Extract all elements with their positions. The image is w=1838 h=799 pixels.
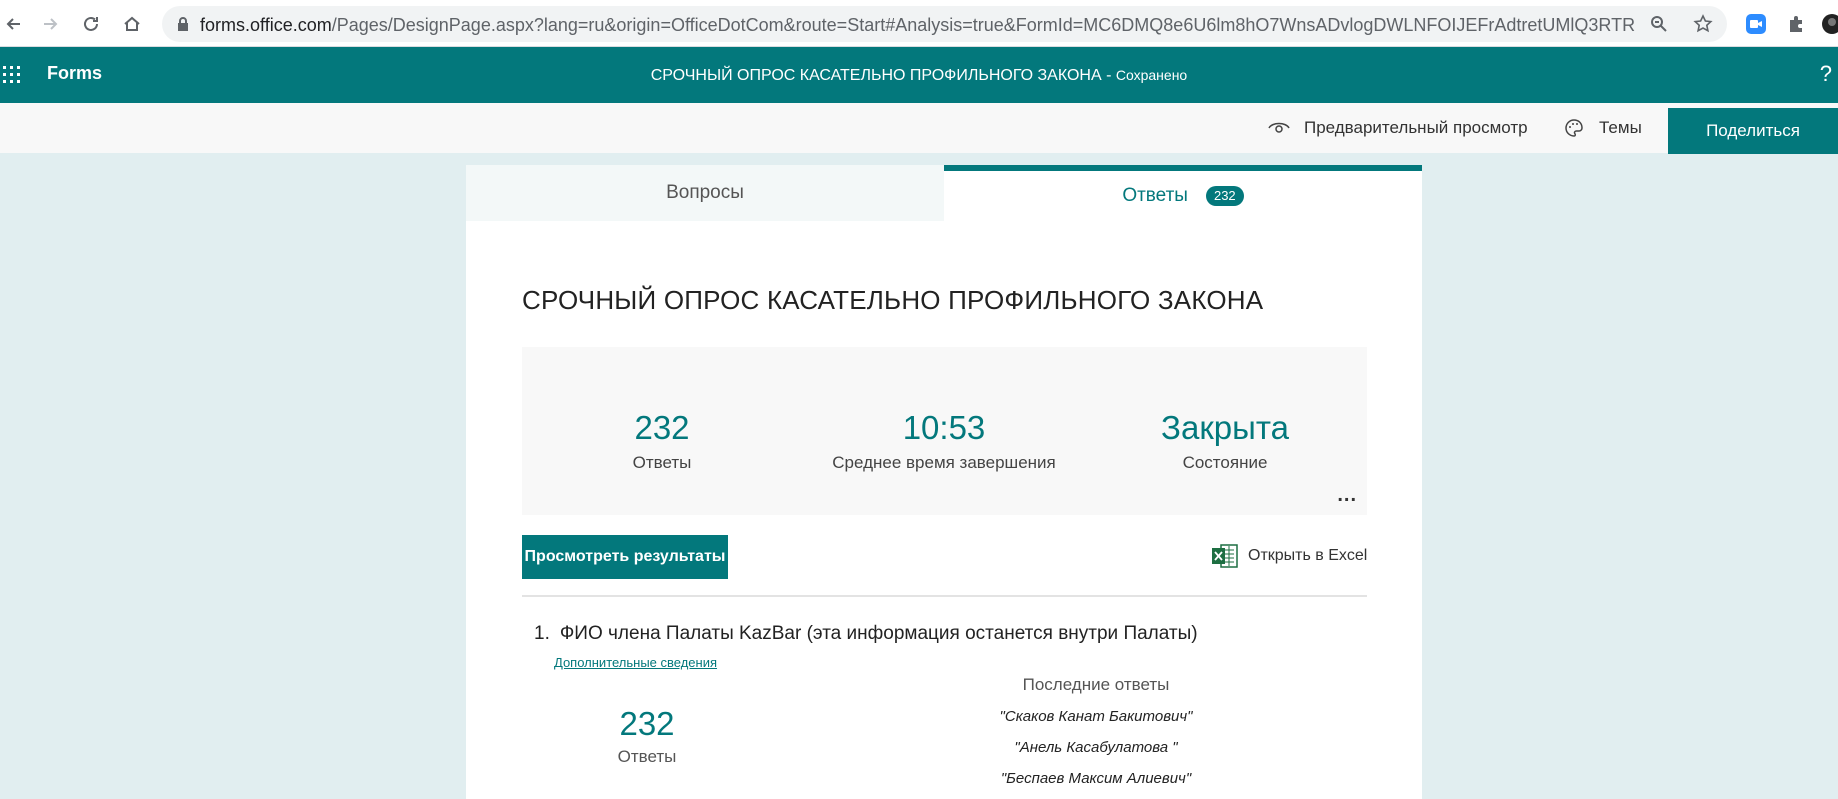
divider xyxy=(522,595,1367,597)
url-path: /Pages/DesignPage.aspx?lang=ru&origin=Of… xyxy=(331,15,1635,35)
tab-responses[interactable]: Ответы 232 xyxy=(944,165,1422,221)
preview-button[interactable]: Предварительный просмотр xyxy=(1268,103,1528,153)
home-icon[interactable] xyxy=(118,10,146,38)
themes-label: Темы xyxy=(1599,118,1642,137)
responses-count-badge: 232 xyxy=(1205,186,1244,206)
lock-icon[interactable] xyxy=(172,13,194,35)
header-form-title: СРОЧНЫЙ ОПРОС КАСАТЕЛЬНО ПРОФИЛЬНОГО ЗАК… xyxy=(0,67,1838,85)
tab-questions[interactable]: Вопросы xyxy=(466,165,944,221)
share-button[interactable]: Поделиться xyxy=(1668,108,1838,154)
reload-icon[interactable] xyxy=(77,10,105,38)
stat-value: 232 xyxy=(634,409,690,446)
tab-bar: Вопросы Ответы 232 xyxy=(466,165,1422,221)
address-bar[interactable]: forms.office.com/Pages/DesignPage.aspx?l… xyxy=(162,6,1727,42)
zoom-extension-icon[interactable] xyxy=(1744,12,1768,36)
question-title: 1. ФИО члена Палаты KazBar (эта информаци… xyxy=(534,623,1198,645)
latest-response-item: "Анель Касабулатова " xyxy=(1014,739,1178,756)
stat-label: Состояние xyxy=(1182,453,1268,472)
view-results-button[interactable]: Просмотреть результаты xyxy=(522,535,728,579)
more-details-link[interactable]: Дополнительные сведения xyxy=(554,655,717,670)
profile-avatar[interactable] xyxy=(1820,12,1838,36)
question-text: ФИО члена Палаты KazBar (эта информация … xyxy=(559,623,1198,644)
question-responses-label: Ответы xyxy=(617,747,677,766)
responses-card: Вопросы Ответы 232 СРОЧНЫЙ ОПРОС КАСАТЕЛ… xyxy=(466,165,1422,799)
help-button[interactable]: ? xyxy=(1820,61,1832,87)
stat-value: Закрыта xyxy=(1161,409,1289,446)
open-excel-label: Открыть в Excel xyxy=(1248,547,1368,564)
forward-icon[interactable] xyxy=(36,10,64,38)
stat-status: Закрыта Состояние xyxy=(1085,409,1365,473)
form-title: СРОЧНЫЙ ОПРОС КАСАТЕЛЬНО ПРОФИЛЬНОГО ЗАК… xyxy=(522,285,1264,315)
latest-response-item: "Беспаев Максим Алиевич" xyxy=(1000,770,1192,787)
app-header: Forms СРОЧНЫЙ ОПРОС КАСАТЕЛЬНО ПРОФИЛЬНО… xyxy=(0,47,1838,103)
palette-icon xyxy=(1563,117,1585,139)
command-bar: Предварительный просмотр Темы Поделиться xyxy=(0,103,1838,154)
open-in-excel-button[interactable]: Открыть в Excel xyxy=(1212,541,1367,571)
latest-responses: Последние ответы "Скаков Канат Бакитович… xyxy=(946,675,1246,794)
excel-icon xyxy=(1212,544,1238,568)
question-responses-stat: 232 Ответы xyxy=(522,705,772,767)
themes-button[interactable]: Темы xyxy=(1563,103,1642,153)
url-host: forms.office.com xyxy=(200,15,332,35)
stat-value: 10:53 xyxy=(902,409,986,446)
latest-responses-header: Последние ответы xyxy=(1022,675,1170,694)
zoom-icon[interactable] xyxy=(1648,13,1670,35)
question-number: 1. xyxy=(534,623,550,644)
question-responses-value: 232 xyxy=(619,705,675,742)
header-title-text: СРОЧНЫЙ ОПРОС КАСАТЕЛЬНО ПРОФИЛЬНОГО ЗАК… xyxy=(650,67,1102,84)
stat-label: Ответы xyxy=(632,453,692,472)
tab-questions-label: Вопросы xyxy=(666,182,744,203)
latest-response-item: "Скаков Канат Бакитович" xyxy=(999,708,1193,725)
tab-responses-label: Ответы xyxy=(1122,185,1188,206)
summary-stats-panel: 232 Ответы 10:53 Среднее время завершени… xyxy=(522,347,1367,515)
stat-avg-time: 10:53 Среднее время завершения xyxy=(804,409,1084,473)
stat-responses: 232 Ответы xyxy=(522,409,802,473)
preview-label: Предварительный просмотр xyxy=(1304,118,1528,137)
stat-label: Среднее время завершения xyxy=(832,453,1056,472)
url-text[interactable]: forms.office.com/Pages/DesignPage.aspx?l… xyxy=(200,15,1635,36)
browser-toolbar: forms.office.com/Pages/DesignPage.aspx?l… xyxy=(0,0,1838,47)
more-options-button[interactable]: ... xyxy=(1337,484,1357,507)
header-title-separator: - xyxy=(1101,67,1116,84)
eye-icon xyxy=(1268,117,1290,139)
back-icon[interactable] xyxy=(0,10,28,38)
saved-status: Сохранено xyxy=(1115,67,1188,83)
bookmark-star-icon[interactable] xyxy=(1692,13,1714,35)
extensions-puzzle-icon[interactable] xyxy=(1784,12,1808,36)
